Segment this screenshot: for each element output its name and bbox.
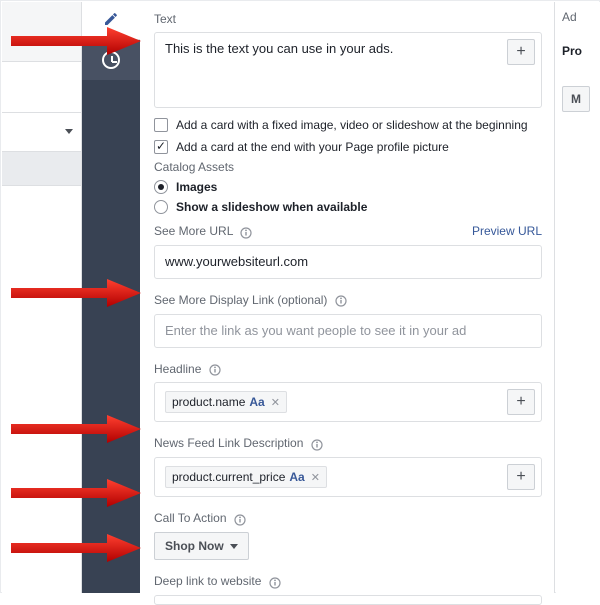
case-toggle[interactable]: Aa — [249, 395, 264, 409]
catalog-assets-label: Catalog Assets — [154, 160, 542, 174]
add-end-card-label: Add a card at the end with your Page pro… — [176, 140, 449, 154]
ad-creative-panel: Text This is the text you can use in you… — [140, 2, 555, 593]
text-label: Text — [154, 12, 542, 26]
left-grid-cell-selected[interactable] — [2, 152, 81, 186]
catalog-radio-slideshow[interactable]: Show a slideshow when available — [154, 200, 542, 214]
deep-link-input[interactable] — [154, 595, 542, 605]
text-add-button[interactable]: + — [507, 39, 535, 65]
catalog-images-label: Images — [176, 180, 217, 194]
headline-label: Headline — [154, 362, 542, 377]
add-end-card-row[interactable]: Add a card at the end with your Page pro… — [154, 140, 542, 154]
text-input-value: This is the text you can use in your ads… — [165, 41, 393, 56]
token-remove-icon[interactable]: ✕ — [271, 396, 280, 409]
cta-dropdown-value: Shop Now — [165, 539, 224, 553]
right-button-peek[interactable]: M — [562, 86, 590, 112]
checkbox-checked-icon — [154, 140, 168, 154]
caret-down-icon — [230, 544, 238, 549]
info-icon[interactable] — [269, 575, 281, 589]
left-grid-header — [2, 2, 81, 62]
text-input[interactable]: This is the text you can use in your ads… — [154, 32, 542, 108]
right-product-label: Pro — [562, 44, 600, 58]
info-icon[interactable] — [240, 225, 252, 239]
catalog-radio-images[interactable]: Images — [154, 180, 542, 194]
right-panel-peek: Ad Pro M — [556, 2, 600, 593]
pencil-icon — [103, 11, 119, 30]
news-feed-desc-label: News Feed Link Description — [154, 436, 542, 451]
info-icon[interactable] — [234, 512, 246, 526]
info-icon[interactable] — [209, 362, 221, 376]
catalog-slideshow-label: Show a slideshow when available — [176, 200, 367, 214]
news-feed-desc-input[interactable]: product.current_price Aa ✕ + — [154, 457, 542, 497]
rail-history-tab[interactable] — [82, 40, 140, 80]
see-more-display-input[interactable]: Enter the link as you want people to see… — [154, 314, 542, 348]
case-toggle[interactable]: Aa — [289, 470, 304, 484]
news-feed-desc-add-button[interactable]: + — [507, 464, 535, 490]
info-icon[interactable] — [311, 437, 323, 451]
cta-dropdown[interactable]: Shop Now — [154, 532, 249, 560]
deep-link-label: Deep link to website — [154, 574, 542, 589]
left-grid-stub — [2, 2, 82, 593]
radio-unchecked-icon — [154, 200, 168, 214]
see-more-url-label: See More URL — [154, 224, 252, 239]
left-grid-cell-dropdown[interactable] — [2, 112, 81, 152]
rail-edit-tab[interactable] — [82, 2, 140, 40]
see-more-url-input[interactable]: www.yourwebsiteurl.com — [154, 245, 542, 279]
preview-url-link[interactable]: Preview URL — [472, 224, 542, 238]
add-fixed-card-row[interactable]: Add a card with a fixed image, video or … — [154, 118, 542, 132]
add-fixed-card-label: Add a card with a fixed image, video or … — [176, 118, 528, 132]
info-icon[interactable] — [335, 294, 347, 308]
news-feed-desc-token[interactable]: product.current_price Aa ✕ — [165, 466, 327, 488]
right-ad-label: Ad — [562, 10, 600, 24]
token-remove-icon[interactable]: ✕ — [311, 471, 320, 484]
radio-checked-icon — [154, 180, 168, 194]
see-more-display-placeholder: Enter the link as you want people to see… — [165, 323, 466, 338]
headline-token[interactable]: product.name Aa ✕ — [165, 391, 287, 413]
clock-icon — [102, 51, 120, 69]
headline-add-button[interactable]: + — [507, 389, 535, 415]
see-more-url-value: www.yourwebsiteurl.com — [165, 254, 308, 269]
editor-rail — [82, 2, 140, 593]
headline-input[interactable]: product.name Aa ✕ + — [154, 382, 542, 422]
see-more-display-label: See More Display Link (optional) — [154, 293, 542, 308]
cta-label: Call To Action — [154, 511, 542, 526]
checkbox-unchecked-icon — [154, 118, 168, 132]
